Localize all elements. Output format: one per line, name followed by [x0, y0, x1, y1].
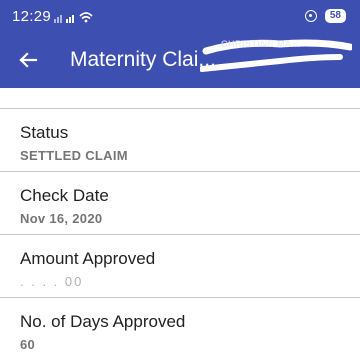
- battery-badge: 58: [324, 9, 346, 23]
- field-amount-approved: Amount Approved . . . . 00: [0, 235, 360, 297]
- field-label: Check Date: [20, 186, 109, 205]
- status-right: 58: [304, 9, 346, 23]
- page-title: Maternity Clai...: [70, 48, 216, 71]
- field-value: Nov 16, 2020: [20, 211, 103, 226]
- field-days-approved: No. of Days Approved 60: [0, 298, 360, 360]
- field-label: No. of Days Approved: [20, 312, 186, 331]
- field-value: SETTLED CLAIM: [20, 148, 128, 163]
- field-label: Amount Approved: [20, 249, 156, 268]
- field-status: Status SETTLED CLAIM: [0, 109, 360, 171]
- back-button[interactable]: [12, 44, 44, 76]
- status-time: 12:29: [12, 8, 52, 25]
- status-bar: 12:29 58: [0, 0, 360, 34]
- arrow-left-icon: [19, 52, 38, 68]
- field-check-date: Check Date Nov 16, 2020: [0, 172, 360, 234]
- sync-icon: [304, 10, 317, 22]
- app-bar: 12:29 58 Maternity Clai... CHRISTINE MA.…: [0, 0, 360, 88]
- field-value: . . . . 00: [20, 274, 84, 289]
- field-value: 60: [20, 337, 36, 352]
- redacted-username: CHRISTINE MA...: [221, 39, 301, 49]
- signal-wifi-icon: [54, 10, 104, 29]
- field-label: Status: [20, 123, 69, 142]
- claim-details-list: Status SETTLED CLAIM Check Date Nov 16, …: [0, 108, 360, 360]
